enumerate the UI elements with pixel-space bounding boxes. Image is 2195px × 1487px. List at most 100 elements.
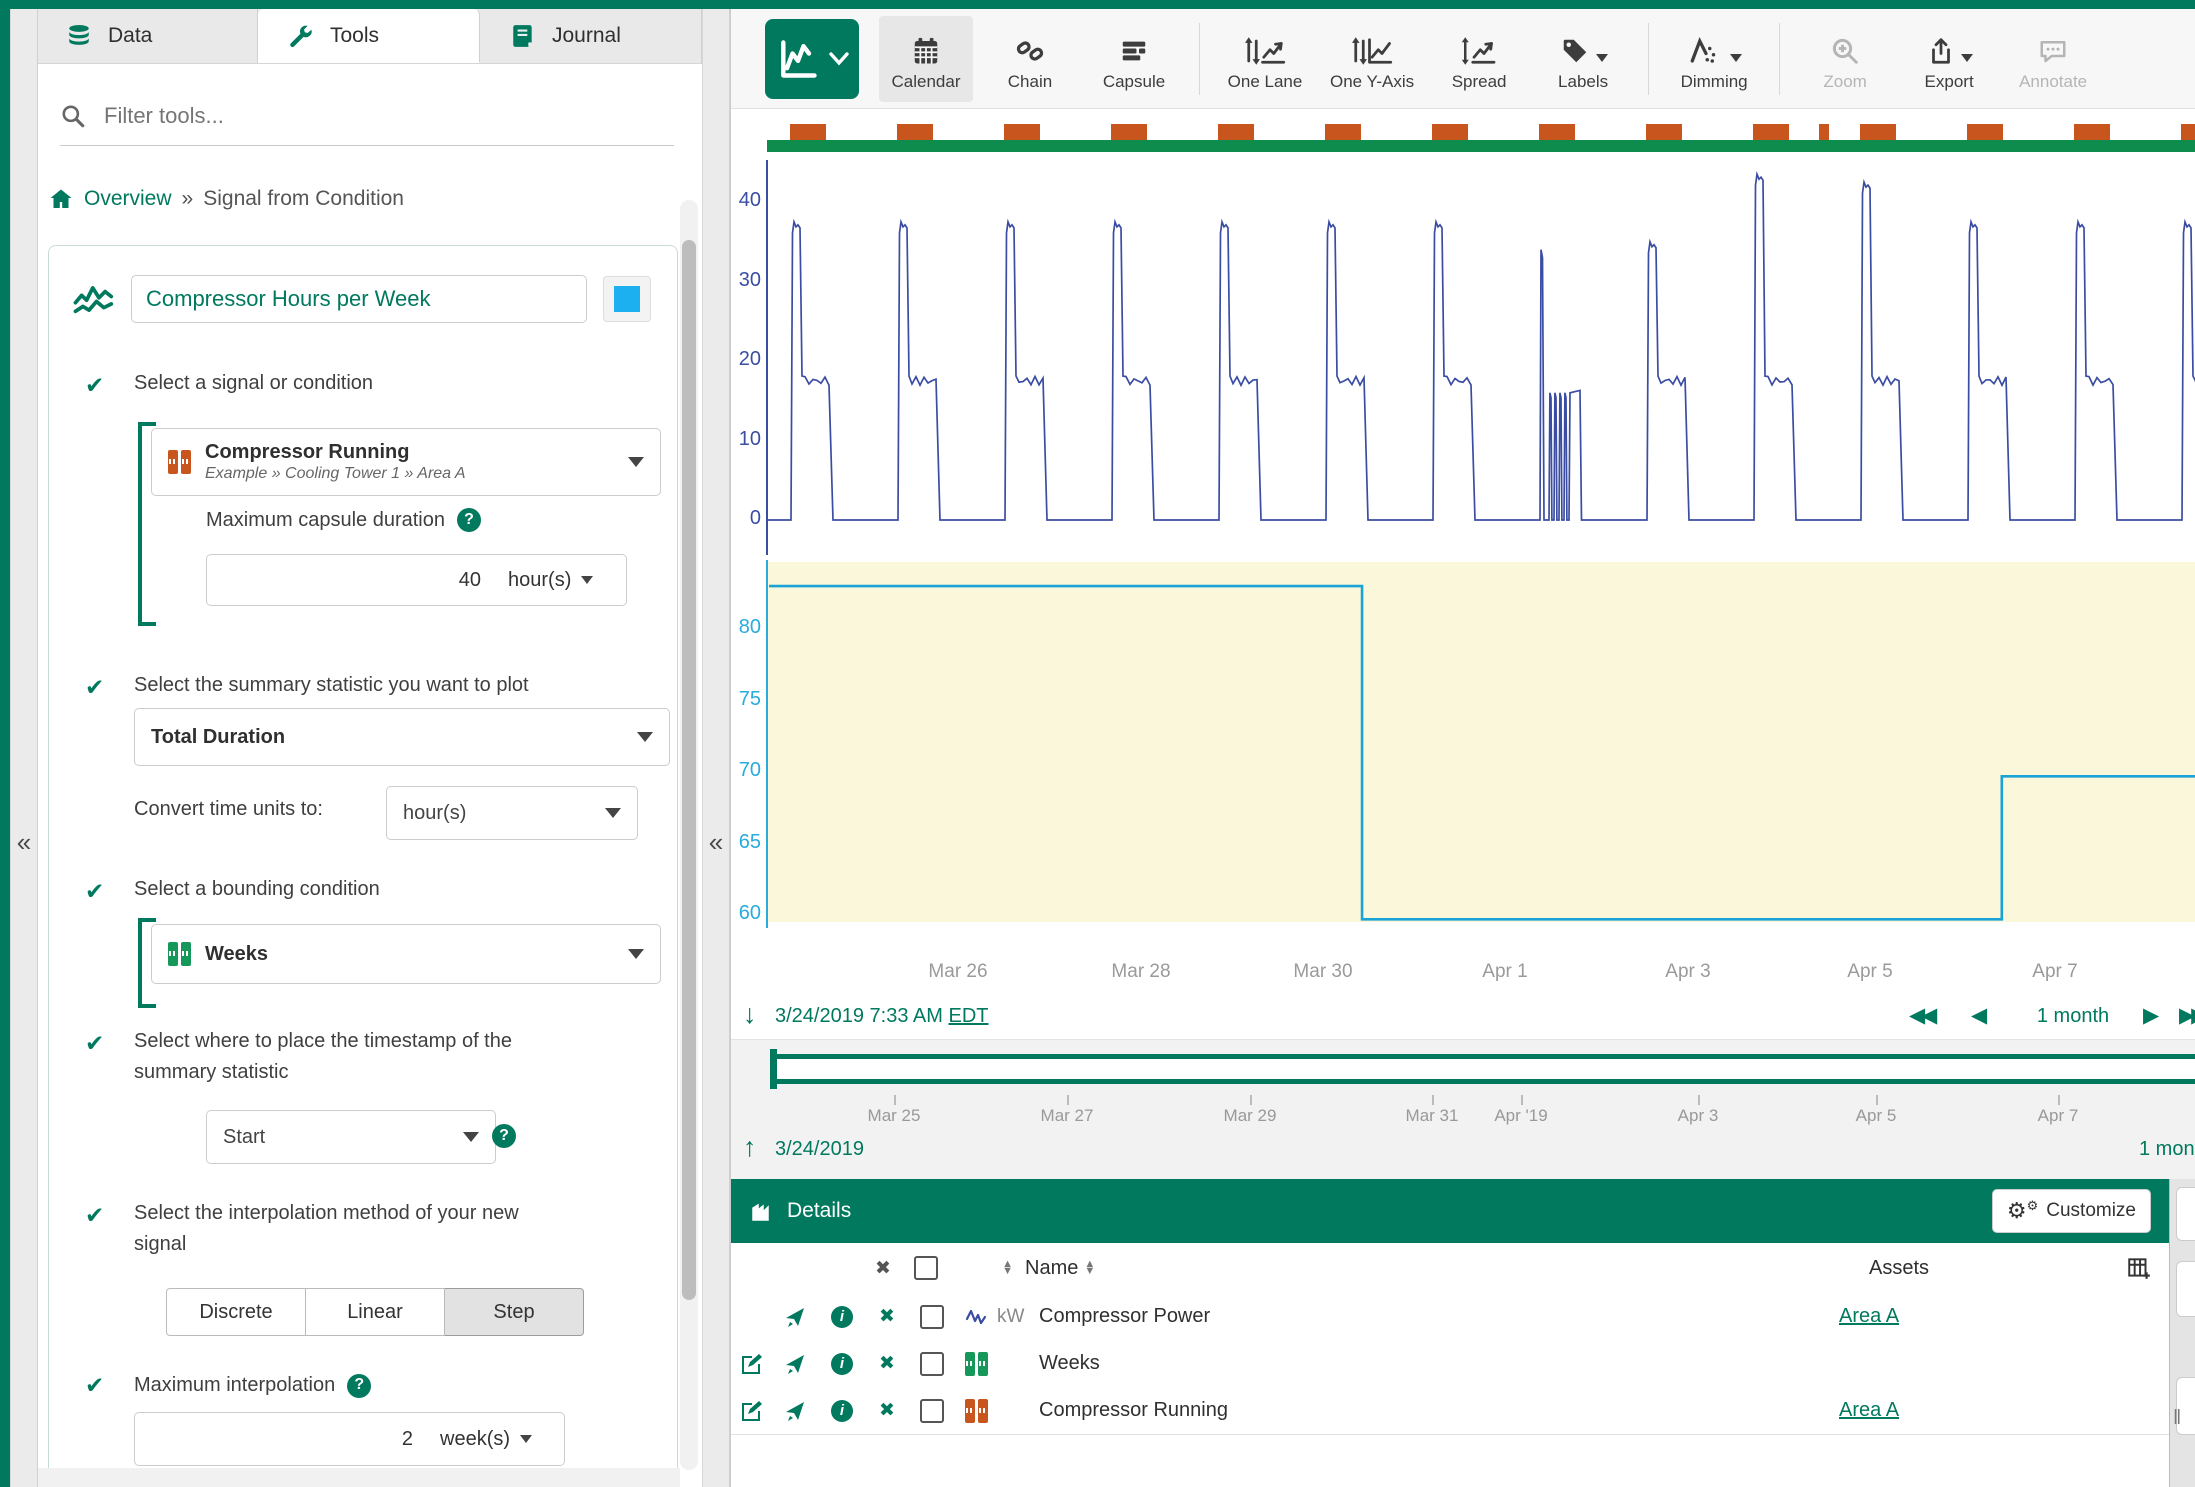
color-swatch-button[interactable]	[603, 276, 651, 322]
assets-column-header[interactable]: Assets	[1869, 1257, 2109, 1280]
max-interpolation-input[interactable]: 2	[134, 1412, 430, 1466]
remove-item-icon[interactable]: ✖	[865, 1352, 909, 1375]
sort-icon[interactable]: ▲▼	[1002, 1261, 1013, 1275]
asset-link[interactable]: Area A	[1839, 1399, 1899, 1422]
running-capsule[interactable]	[1004, 124, 1040, 140]
row-checkbox[interactable]	[909, 1352, 955, 1376]
investigate-range-duration[interactable]: 1 month	[2139, 1138, 2195, 1161]
timebar-tick	[1250, 1095, 1252, 1105]
interpolation-step-button[interactable]: Step	[445, 1288, 584, 1336]
remove-item-icon[interactable]: ✖	[865, 1305, 909, 1328]
timebar-selected-range[interactable]	[773, 1054, 2195, 1084]
running-capsule[interactable]	[1646, 124, 1682, 140]
add-column-icon[interactable]	[2109, 1255, 2169, 1281]
remove-all-icon[interactable]: ✖	[863, 1257, 903, 1280]
filter-tools-input[interactable]	[102, 102, 674, 130]
running-capsule[interactable]	[897, 124, 933, 140]
help-icon[interactable]: ?	[492, 1124, 516, 1148]
edit-icon[interactable]	[731, 1352, 771, 1376]
right-rail-button[interactable]	[2176, 1187, 2195, 1241]
display-range-start[interactable]: 3/24/2019 7:33 AM EDT	[775, 1005, 988, 1028]
running-capsule[interactable]	[1111, 124, 1147, 140]
one-y-axis-button[interactable]: One Y-Axis	[1322, 16, 1422, 102]
home-icon[interactable]	[48, 187, 74, 211]
running-capsule[interactable]	[1753, 124, 1789, 140]
sort-icon[interactable]: ▲▼	[1084, 1261, 1095, 1275]
display-mode-dropdown-button[interactable]	[765, 19, 859, 99]
running-capsule[interactable]	[790, 124, 826, 140]
info-icon[interactable]: i	[819, 1353, 865, 1375]
interpolation-discrete-button[interactable]: Discrete	[166, 1288, 306, 1336]
row-name[interactable]: Compressor Running	[1039, 1399, 1839, 1422]
send-to-trend-icon[interactable]	[771, 1352, 819, 1376]
edit-icon[interactable]	[731, 1399, 771, 1423]
tab-journal-label: Journal	[552, 24, 621, 48]
help-icon[interactable]: ?	[457, 508, 481, 532]
timestamp-placement-select[interactable]: Start	[206, 1110, 496, 1164]
running-capsule[interactable]	[1325, 124, 1361, 140]
sidebar-scrollbar[interactable]	[680, 200, 698, 1470]
asset-link[interactable]: Area A	[1839, 1305, 1899, 1328]
chain-button[interactable]: Chain	[983, 16, 1077, 102]
investigate-range-start[interactable]: 3/24/2019	[775, 1138, 864, 1161]
summary-statistic-select[interactable]: Total Duration	[134, 708, 670, 766]
toolbar-separator	[1199, 23, 1200, 95]
timebar-left-handle[interactable]	[770, 1049, 777, 1089]
send-to-trend-icon[interactable]	[771, 1399, 819, 1423]
compressor-power-chart[interactable]	[768, 160, 2195, 560]
compressor-hours-per-week-chart[interactable]	[768, 562, 2195, 928]
info-icon[interactable]: i	[819, 1306, 865, 1328]
running-capsule[interactable]	[1967, 124, 2003, 140]
running-capsule[interactable]	[1218, 124, 1254, 140]
right-rail-button[interactable]	[2176, 1261, 2195, 1317]
labels-button[interactable]: Labels	[1536, 16, 1630, 102]
tab-data[interactable]: Data	[36, 9, 258, 63]
select-all-checkbox[interactable]	[914, 1256, 938, 1280]
customize-button[interactable]: ⚙⚙ Customize	[1992, 1189, 2151, 1233]
running-capsule[interactable]	[1860, 124, 1896, 140]
dimming-button[interactable]: Dimming	[1667, 16, 1761, 102]
check-icon: ✔	[85, 1026, 121, 1088]
spread-button[interactable]: Spread	[1432, 16, 1526, 102]
collapse-left-panel-icon[interactable]: «	[12, 827, 36, 858]
row-checkbox[interactable]	[909, 1305, 955, 1329]
export-button[interactable]: Export	[1902, 16, 1996, 102]
timezone-label[interactable]: EDT	[948, 1005, 988, 1027]
step-forward-button[interactable]: ▶	[2143, 1003, 2155, 1028]
running-capsule[interactable]	[2181, 124, 2195, 140]
send-to-trend-icon[interactable]	[771, 1305, 819, 1329]
bounding-condition-select[interactable]: Weeks	[151, 924, 661, 984]
step-back-large-button[interactable]: ◀◀	[1909, 1003, 1933, 1028]
remove-item-icon[interactable]: ✖	[865, 1399, 909, 1422]
tab-journal[interactable]: Journal	[480, 9, 702, 63]
range-duration-label[interactable]: 1 month	[2023, 1005, 2123, 1028]
sidebar-horizontal-scrollbar[interactable]	[36, 1468, 680, 1487]
max-capsule-duration-unit-select[interactable]: hour(s)	[496, 554, 627, 606]
name-column-header[interactable]: Name	[1019, 1257, 1078, 1280]
help-icon[interactable]: ?	[347, 1374, 371, 1398]
max-capsule-duration-input[interactable]: 40	[206, 554, 498, 606]
running-capsule[interactable]	[1432, 124, 1468, 140]
calendar-button[interactable]: Calendar	[879, 16, 973, 102]
panel-resize-grip[interactable]: ‖	[2173, 1407, 2181, 1430]
max-interpolation-unit-select[interactable]: week(s)	[428, 1412, 565, 1466]
signal-select[interactable]: Compressor Running Example » Cooling Tow…	[151, 428, 661, 496]
one-lane-button[interactable]: One Lane	[1218, 16, 1312, 102]
collapse-sidebar-icon[interactable]: «	[704, 827, 728, 858]
sidebar-scrollbar-thumb[interactable]	[682, 240, 696, 1300]
running-capsule[interactable]	[2074, 124, 2110, 140]
running-capsule[interactable]	[1819, 124, 1829, 140]
interpolation-linear-button[interactable]: Linear	[306, 1288, 445, 1336]
convert-units-select[interactable]: hour(s)	[386, 786, 638, 840]
tool-name-input[interactable]: Compressor Hours per Week	[131, 275, 587, 323]
row-name[interactable]: Weeks	[1039, 1352, 1839, 1375]
row-checkbox[interactable]	[909, 1399, 955, 1423]
step-forward-large-button[interactable]: ▶▶	[2179, 1003, 2195, 1028]
info-icon[interactable]: i	[819, 1400, 865, 1422]
row-name[interactable]: Compressor Power	[1039, 1305, 1839, 1328]
capsule-button[interactable]: Capsule	[1087, 16, 1181, 102]
running-capsule[interactable]	[1539, 124, 1575, 140]
step-back-button[interactable]: ◀	[1971, 1003, 1983, 1028]
breadcrumb-overview-link[interactable]: Overview	[84, 187, 172, 211]
tab-tools[interactable]: Tools	[258, 9, 480, 63]
